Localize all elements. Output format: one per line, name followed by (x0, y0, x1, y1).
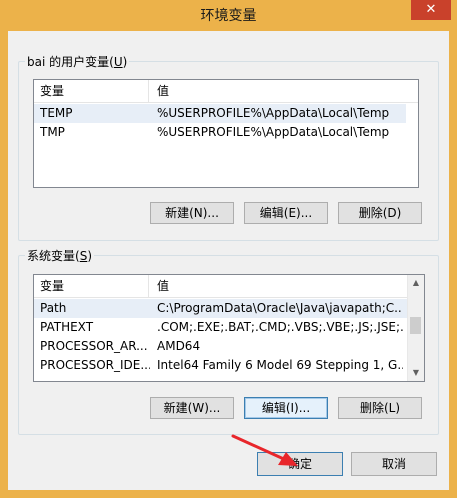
annotation-arrow-icon (231, 434, 298, 466)
environment-variables-window: 环境变量 ✕ bai 的用户变量(U) 变量 值 TEMP %USERPROFI… (0, 0, 457, 498)
